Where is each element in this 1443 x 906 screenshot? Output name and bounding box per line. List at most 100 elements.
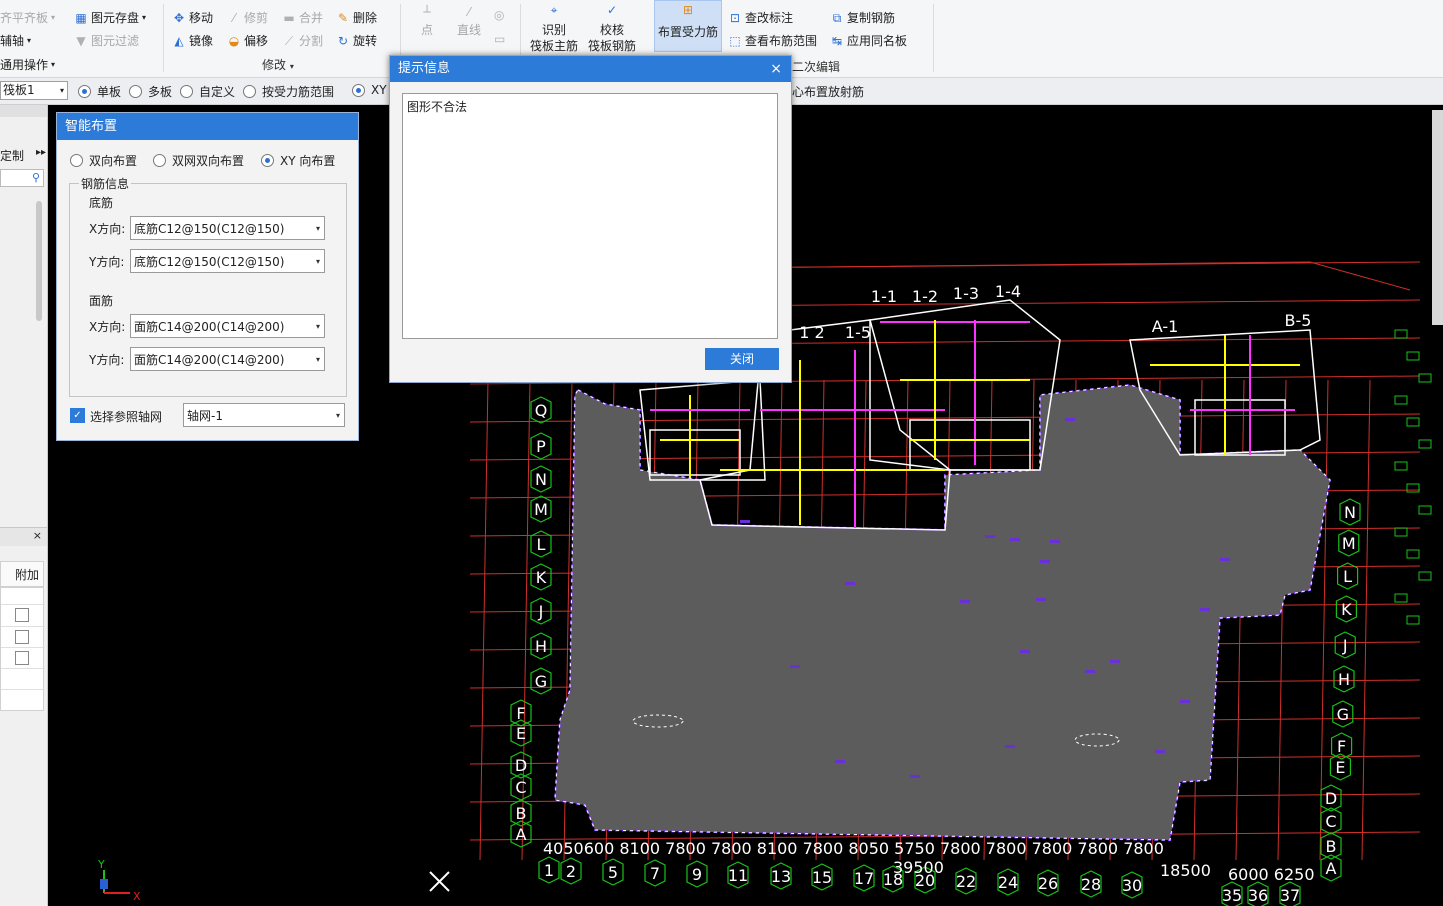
radio-bidirectional[interactable]	[70, 154, 83, 167]
filter-search-input[interactable]: ⚲	[0, 169, 44, 187]
radio-multi[interactable]	[129, 85, 142, 98]
mode-xy[interactable]: XY 向布置	[261, 152, 335, 169]
element-save-button[interactable]: ▦ 图元存盘 ▾	[74, 9, 146, 26]
eraser-icon: ✎	[337, 10, 349, 25]
top-x-label: X方向:	[89, 320, 126, 334]
axis-label: M	[1342, 534, 1356, 553]
trim-button[interactable]: ⁄ 修剪	[227, 9, 268, 26]
radio-double-net[interactable]	[153, 154, 166, 167]
check-rebar-button[interactable]: ✓ 校核 筏板钢筋	[586, 2, 638, 54]
close-button[interactable]: 关闭	[705, 348, 779, 370]
slab-mark	[835, 760, 845, 763]
slab-mark	[985, 535, 995, 538]
axis-marker: N	[530, 465, 552, 493]
option-by-range[interactable]: 按受力筋范围	[243, 83, 334, 100]
axis-marker: L	[530, 530, 552, 558]
radio-custom[interactable]	[180, 85, 193, 98]
mode-bidirectional[interactable]: 双向布置	[70, 152, 137, 169]
axis-label: B	[1326, 837, 1337, 856]
option-custom[interactable]: 自定义	[180, 83, 235, 100]
radio-by-range[interactable]	[243, 85, 256, 98]
align-slab-button[interactable]: 齐平齐板 ▾	[0, 9, 55, 26]
axis-label: L	[537, 535, 546, 554]
expand-icon[interactable]: ▸▸	[36, 147, 46, 158]
axis-label: F	[1337, 737, 1346, 756]
rect-icon[interactable]: ▭	[494, 32, 505, 46]
axis-marker: K	[530, 563, 552, 591]
common-ops-button[interactable]: 通用操作 ▾	[0, 56, 55, 73]
axis-label: M	[534, 500, 548, 519]
detail-mark	[1418, 505, 1432, 515]
top-x-value: 面筋C14@200(C14@200)	[134, 320, 285, 334]
axis-label: 22	[956, 872, 976, 891]
bottom-x-value: 底筋C12@150(C12@150)	[134, 222, 285, 236]
axis-marker: M	[530, 495, 552, 523]
apply-same-button[interactable]: ↹ 应用同名板	[830, 32, 907, 49]
top-x-select[interactable]: 面筋C14@200(C14@200) ▾	[130, 314, 325, 338]
bottom-x-select[interactable]: 底筋C12@150(C12@150) ▾	[130, 216, 325, 240]
row-checkbox[interactable]	[15, 651, 29, 665]
rotate-button[interactable]: ↻ 旋转	[336, 32, 377, 49]
top-y-select[interactable]: 面筋C14@200(C14@200) ▾	[130, 347, 325, 371]
merge-button[interactable]: ▬ 合并	[282, 9, 323, 26]
dimension-39500: 39500	[893, 858, 944, 877]
split-button[interactable]: ⟋ 分割	[282, 32, 323, 49]
close-icon[interactable]: ×	[33, 529, 42, 542]
axis-label: 9	[692, 865, 702, 884]
radio-xy[interactable]	[352, 83, 365, 97]
copy-rebar-button[interactable]: ⧉ 复制钢筋	[830, 9, 895, 26]
chevron-down-icon: ▾	[315, 257, 320, 266]
axis-label: J	[1342, 636, 1348, 655]
identify-main-rebar-button[interactable]: ⌖ 识别 筏板主筋	[528, 2, 580, 54]
view-mark-button[interactable]: ⊡ 查改标注	[728, 9, 793, 26]
radio-single[interactable]	[78, 85, 91, 98]
mirror-button[interactable]: ◭ 镜像	[172, 32, 213, 49]
option-single[interactable]: 单板	[78, 83, 121, 100]
offset-button[interactable]: ◒ 偏移	[227, 32, 268, 49]
axis-marker: G	[1332, 700, 1354, 728]
view-range-button[interactable]: ⬚ 查看布筋范围	[728, 32, 817, 49]
option-radial[interactable]: 心布置放射筋	[792, 83, 864, 100]
top-axis-label: 1-5	[845, 323, 871, 342]
mode-double-net[interactable]: 双网双向布置	[153, 152, 244, 169]
identify-label-1: 识别	[541, 23, 566, 37]
line-button[interactable]: ⁄ 直线	[452, 4, 486, 38]
axis-marker: P	[530, 432, 552, 460]
top-axis-label: B-5	[1285, 311, 1312, 330]
delete-button[interactable]: ✎ 删除	[336, 9, 377, 26]
axis-marker: N	[1339, 498, 1361, 526]
panel-header	[0, 105, 47, 117]
axis-label: Q	[535, 401, 548, 420]
hint-dialog-title: 提示信息 ×	[390, 56, 791, 82]
axis-label: 35	[1222, 886, 1242, 905]
axis-label: C	[1325, 812, 1336, 831]
axis-label: 28	[1081, 875, 1101, 894]
ref-grid-checkbox[interactable]: ✓	[70, 408, 85, 423]
close-icon[interactable]: ×	[770, 56, 782, 82]
scrollbar[interactable]	[36, 201, 42, 321]
move-button[interactable]: ✥ 移动	[172, 9, 213, 26]
view-mark-label: 查改标注	[745, 11, 794, 25]
trim-icon: ⁄	[232, 10, 235, 25]
radio-xy-mode[interactable]	[261, 154, 274, 167]
row-checkbox[interactable]	[15, 630, 29, 644]
element-save-label: 图元存盘	[91, 11, 140, 25]
divider	[163, 4, 164, 72]
slab-combo[interactable]: 筏板1 ▾	[0, 81, 68, 100]
detail-mark	[1418, 571, 1432, 581]
bottom-y-select[interactable]: 底筋C12@150(C12@150) ▾	[130, 249, 325, 273]
aux-axis-button[interactable]: 辅轴 ▾	[0, 32, 31, 49]
point-button[interactable]: ┴ 点	[412, 4, 442, 38]
row-checkbox[interactable]	[15, 608, 29, 622]
close-icon	[429, 871, 450, 892]
option-xy-label: XY	[371, 83, 387, 97]
axis-marker: G	[530, 667, 552, 695]
option-xy[interactable]: XY	[352, 83, 387, 97]
ref-grid-select[interactable]: 轴网-1 ▾	[183, 403, 345, 427]
save-icon: ▦	[75, 10, 87, 25]
circle-icon[interactable]: ◎	[494, 8, 504, 22]
element-filter-button[interactable]: ▼ 图元过滤	[74, 32, 139, 49]
detail-mark	[1394, 329, 1408, 339]
option-multi[interactable]: 多板	[129, 83, 172, 100]
layout-rebar-button[interactable]: ⊞ 布置受力筋	[654, 0, 722, 52]
